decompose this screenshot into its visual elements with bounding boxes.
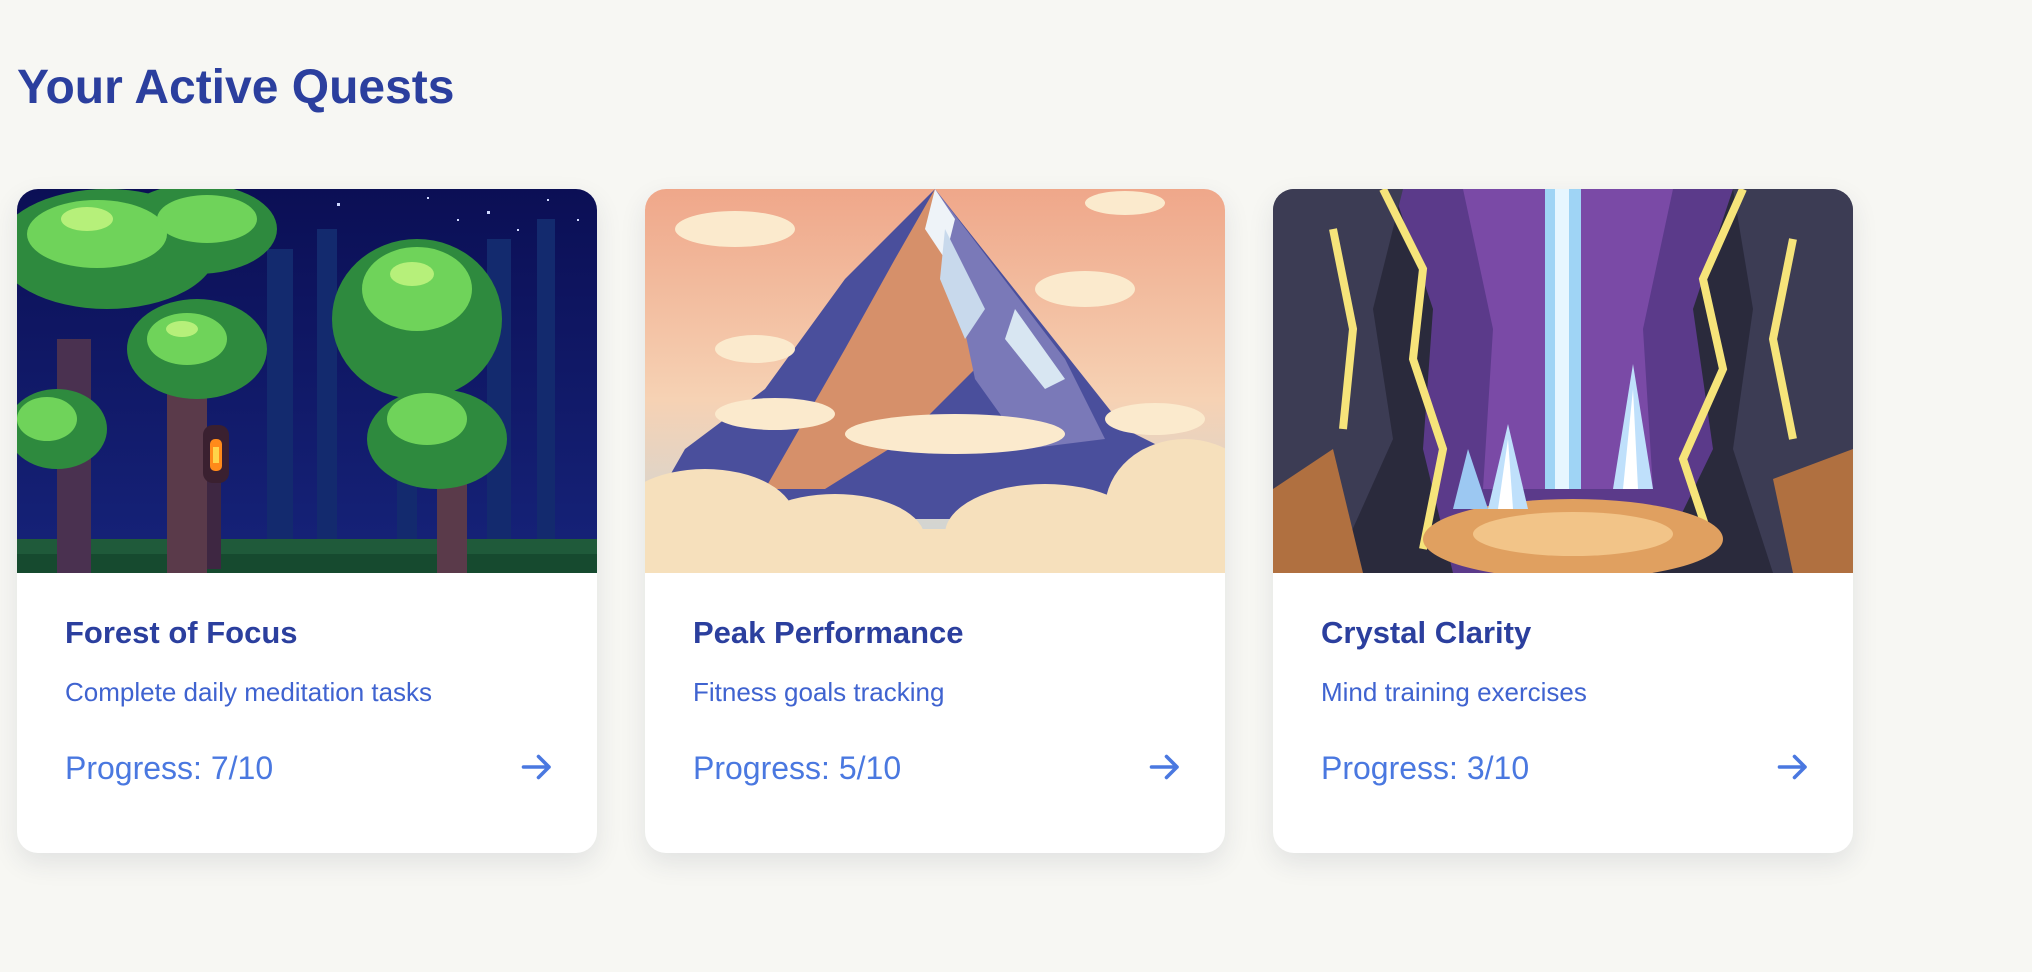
quest-image-mountain — [645, 189, 1225, 573]
quest-card-body: Peak Performance Fitness goals tracking … — [693, 573, 1183, 853]
quest-card-body: Crystal Clarity Mind training exercises … — [1321, 573, 1811, 853]
quest-card-crystal-clarity[interactable]: Crystal Clarity Mind training exercises … — [1273, 189, 1853, 853]
quest-progress: Progress: 5/10 — [693, 750, 902, 786]
quest-title: Forest of Focus — [65, 615, 298, 650]
quest-card-forest-of-focus[interactable]: Forest of Focus Complete daily meditatio… — [17, 189, 597, 853]
quest-card-body: Forest of Focus Complete daily meditatio… — [65, 573, 555, 853]
arrow-right-icon[interactable] — [1147, 749, 1183, 785]
quest-image-forest — [17, 189, 597, 573]
quest-progress: Progress: 7/10 — [65, 750, 274, 786]
quest-title: Peak Performance — [693, 615, 964, 650]
quests-page: Your Active Quests Forest of Focus Compl… — [0, 0, 2032, 972]
quest-description: Mind training exercises — [1321, 677, 1587, 707]
quest-card-peak-performance[interactable]: Peak Performance Fitness goals tracking … — [645, 189, 1225, 853]
quest-progress: Progress: 3/10 — [1321, 750, 1530, 786]
quest-description: Complete daily meditation tasks — [65, 677, 433, 707]
quest-image-crystal-cave — [1273, 189, 1853, 573]
arrow-right-icon[interactable] — [519, 749, 555, 785]
page-title: Your Active Quests — [17, 61, 455, 114]
arrow-right-icon[interactable] — [1775, 749, 1811, 785]
quest-description: Fitness goals tracking — [693, 677, 945, 707]
quest-title: Crystal Clarity — [1321, 615, 1532, 650]
